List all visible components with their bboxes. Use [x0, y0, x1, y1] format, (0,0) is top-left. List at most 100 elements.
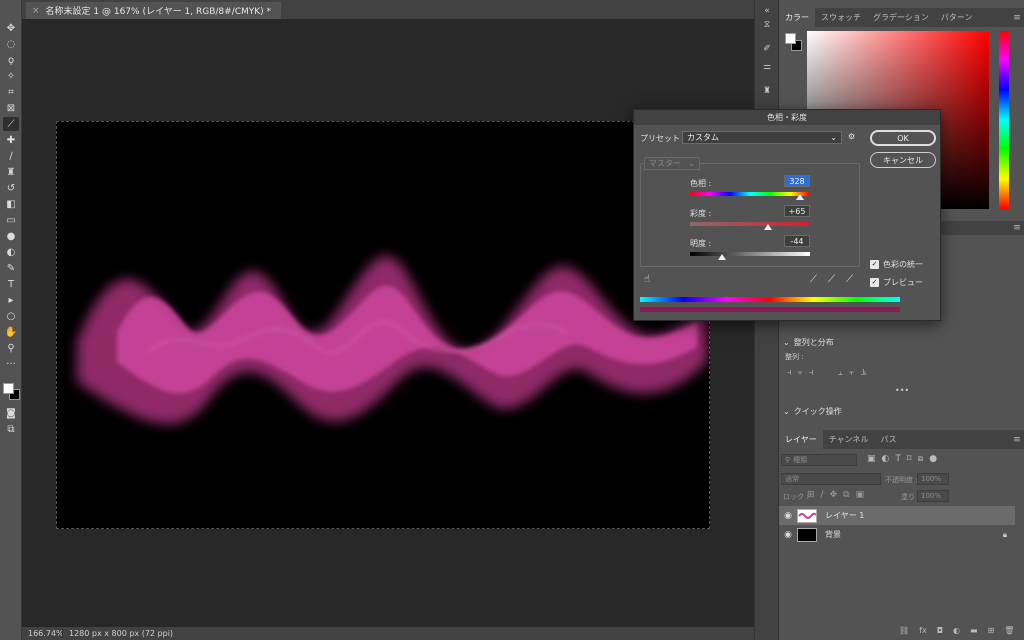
layer-name[interactable]: レイヤー 1: [825, 510, 864, 521]
link-layers-icon[interactable]: ⛓︎: [899, 626, 909, 635]
gear-icon[interactable]: ⚙: [848, 132, 855, 141]
layer-row[interactable]: ◉ レイヤー 1: [779, 506, 1015, 525]
brush-tool[interactable]: ∕: [3, 149, 19, 163]
blend-mode-select[interactable]: 通常: [781, 473, 881, 485]
eyedropper-icon[interactable]: ⟋: [810, 274, 817, 285]
type-tool[interactable]: T: [3, 277, 19, 291]
close-icon[interactable]: ×: [32, 6, 40, 16]
adjustment-filter-icon[interactable]: ◐: [882, 454, 890, 464]
dialog-title[interactable]: 色相・彩度: [634, 110, 940, 125]
brush-settings-button[interactable]: ✐: [759, 42, 775, 56]
saturation-slider-track[interactable]: [690, 222, 810, 226]
filter-toggle-icon[interactable]: ●: [929, 454, 937, 464]
tab-color[interactable]: カラー: [779, 8, 815, 27]
collapse-panels-button[interactable]: «: [759, 4, 775, 18]
ok-button[interactable]: OK: [870, 130, 936, 146]
preset-select[interactable]: カスタム ⌄: [682, 131, 842, 144]
history-brush-tool[interactable]: ↺: [3, 181, 19, 195]
document-canvas[interactable]: [56, 121, 710, 529]
type-filter-icon[interactable]: T: [895, 454, 901, 464]
tab-paths[interactable]: パス: [875, 430, 903, 449]
zoom-level[interactable]: 166.74%: [22, 629, 64, 638]
path-select-tool[interactable]: ▸: [3, 293, 19, 307]
align-section-header[interactable]: ⌄ 整列と分布: [783, 337, 834, 348]
hue-slider[interactable]: [999, 31, 1009, 209]
healing-brush-tool[interactable]: ✚: [3, 133, 19, 147]
panel-menu-icon[interactable]: ≡: [1009, 8, 1024, 27]
more-options-button[interactable]: •••: [895, 386, 909, 395]
adjustment-layer-icon[interactable]: ◐: [953, 626, 960, 635]
blur-tool[interactable]: ●: [3, 229, 19, 243]
ellipse-tool[interactable]: ○: [3, 309, 19, 323]
new-layer-icon[interactable]: ⊞: [988, 626, 995, 635]
quick-mask-button[interactable]: ◙: [3, 406, 19, 420]
hue-value-field[interactable]: 328: [784, 175, 810, 187]
quick-actions-header[interactable]: ⌄ クイック操作: [783, 406, 842, 417]
hue-slider-thumb[interactable]: [796, 194, 804, 200]
more-tools[interactable]: ···: [3, 357, 19, 371]
zoom-tool[interactable]: ⚲: [3, 341, 19, 355]
fill-field[interactable]: 100%: [917, 490, 949, 502]
hand-adjust-icon[interactable]: ☝: [644, 274, 650, 285]
saturation-slider-thumb[interactable]: [764, 224, 772, 230]
trash-icon[interactable]: 🗑︎: [1004, 626, 1014, 635]
stamp-tool[interactable]: ♜: [3, 165, 19, 179]
align-middle-v-icon[interactable]: ⫟: [849, 368, 854, 378]
lock-artboard-icon[interactable]: ⧉: [843, 490, 849, 500]
clone-source-button[interactable]: ♜: [759, 84, 775, 98]
gradient-tool[interactable]: ▭: [3, 213, 19, 227]
layer-row[interactable]: ◉ 背景 🔒︎: [779, 525, 1015, 544]
eraser-tool[interactable]: ◧: [3, 197, 19, 211]
colorize-checkbox[interactable]: ✓ 色彩の統一: [870, 259, 923, 270]
screen-mode-button[interactable]: ⧉: [3, 422, 19, 436]
lock-position-icon[interactable]: ✥: [830, 490, 838, 500]
align-left-icon[interactable]: ⫞: [787, 368, 792, 378]
smart-object-filter-icon[interactable]: ⧈: [918, 454, 924, 464]
document-tab[interactable]: × 名称未設定 1 @ 167% (レイヤー 1, RGB/8#/CMYK) *: [26, 2, 282, 19]
hand-tool[interactable]: ✋: [3, 325, 19, 339]
adjustments-button[interactable]: ⚌: [759, 60, 775, 74]
lock-pixels-icon[interactable]: ∕: [821, 490, 824, 500]
lightness-slider-thumb[interactable]: [718, 254, 726, 260]
lock-all-icon[interactable]: ▣: [856, 490, 865, 500]
saturation-value-field[interactable]: +65: [784, 205, 810, 217]
opacity-field[interactable]: 100%: [917, 473, 949, 485]
cancel-button[interactable]: キャンセル: [870, 152, 936, 168]
align-top-icon[interactable]: ⫠: [838, 368, 843, 378]
frame-tool[interactable]: ⊠: [3, 101, 19, 115]
tab-layers[interactable]: レイヤー: [779, 430, 823, 449]
add-mask-icon[interactable]: ◘: [937, 626, 943, 635]
panel-foreground-swatch[interactable]: [785, 33, 796, 44]
move-tool[interactable]: ✥: [3, 21, 19, 35]
history-panel-button[interactable]: ⧖: [759, 18, 775, 32]
panel-menu-icon[interactable]: ≡: [1009, 430, 1024, 449]
eye-icon[interactable]: ◉: [779, 530, 797, 540]
crop-tool[interactable]: ⌗: [3, 85, 19, 99]
lock-transparent-icon[interactable]: ⊞: [807, 490, 815, 500]
align-center-h-icon[interactable]: ⫟: [798, 368, 803, 378]
preview-checkbox[interactable]: ✓ プレビュー: [870, 277, 923, 288]
foreground-color-swatch[interactable]: [3, 383, 14, 394]
dodge-tool[interactable]: ◐: [3, 245, 19, 259]
eyedropper-tool[interactable]: ⟋: [3, 117, 19, 131]
eyedropper-minus-icon[interactable]: ⟋: [846, 274, 853, 285]
shape-filter-icon[interactable]: ⌑: [907, 454, 912, 464]
eyedropper-plus-icon[interactable]: ⟋: [828, 274, 835, 285]
channel-select[interactable]: マスター ⌄: [644, 157, 700, 170]
pen-tool[interactable]: ✎: [3, 261, 19, 275]
tab-patterns[interactable]: パターン: [935, 8, 979, 27]
lasso-tool[interactable]: ϙ: [3, 53, 19, 67]
align-bottom-icon[interactable]: ⫡: [860, 368, 866, 378]
tab-channels[interactable]: チャンネル: [823, 430, 875, 449]
layer-name[interactable]: 背景: [825, 529, 841, 540]
marquee-tool[interactable]: ◌: [3, 37, 19, 51]
panel-menu-icon[interactable]: ≡: [1009, 221, 1024, 235]
tab-swatches[interactable]: スウォッチ: [815, 8, 867, 27]
hue-slider-track[interactable]: [690, 192, 810, 196]
new-group-icon[interactable]: ▬: [970, 626, 978, 635]
tab-gradients[interactable]: グラデーション: [867, 8, 935, 27]
lightness-slider-track[interactable]: [690, 252, 810, 256]
layer-filter-select[interactable]: ⚲ 種類: [781, 454, 857, 466]
magic-wand-tool[interactable]: ✧: [3, 69, 19, 83]
lightness-value-field[interactable]: -44: [784, 235, 810, 247]
